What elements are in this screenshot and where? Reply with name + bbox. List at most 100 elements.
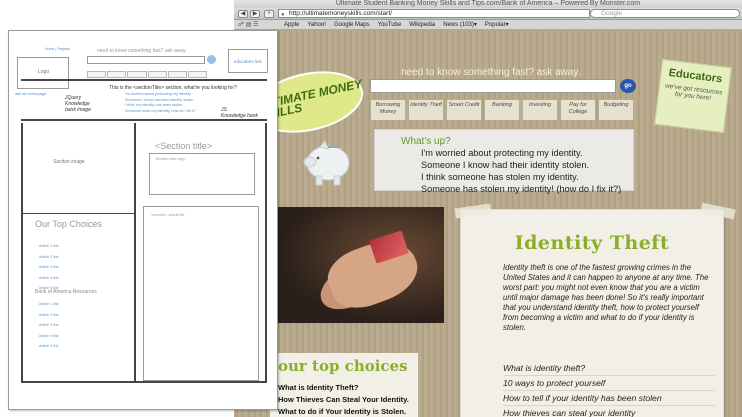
whats-up-panel: What's up? I'm worried about protecting … [374, 129, 634, 194]
wire-tab[interactable] [127, 71, 147, 78]
wire-nav-tabs [87, 71, 208, 78]
wire-article-link[interactable]: Article 3 link [39, 262, 58, 273]
wire-article-list-label: <section> article list [151, 213, 185, 217]
browser-window: Ultimate Student Banking Money Skills an… [234, 0, 742, 417]
top-choice-link[interactable]: How Thieves Can Steal Your Identity. [278, 394, 409, 406]
bookmarks-list: Apple Yahoo! Google Maps YouTube Wikipedia Ne… [284, 20, 517, 30]
wire-boa-link[interactable]: Article 2 link [39, 310, 58, 321]
bookmarks-bar: ☍ ▤ ☰ Apple Yahoo! Google Maps YouTube Wikip… [234, 20, 742, 30]
wire-question-link[interactable]: I'm worried about protecting my identity [125, 92, 196, 98]
site-nav-tab[interactable]: Banking [484, 99, 520, 121]
site-nav-tab[interactable]: Investing [522, 99, 558, 121]
credit-card-photo [278, 207, 444, 323]
site-nav-tab[interactable]: Smart Credit [446, 99, 482, 121]
site-search-input[interactable] [370, 79, 616, 93]
whats-up-item[interactable]: Someone has stolen my identity! (how do … [421, 183, 621, 195]
site-nav: Borrowing Money Identity Theft Smart Credi… [370, 99, 634, 121]
top-choice-link[interactable]: What to do if Your Identity is Stolen. [278, 406, 409, 417]
wire-section-image-label: Section image [53, 159, 85, 165]
wire-tab[interactable] [167, 71, 187, 78]
bookmark-item[interactable]: YouTube [378, 22, 402, 28]
bookmark-item[interactable]: Google Maps [334, 22, 370, 28]
wire-bar-link[interactable]: ask all homepage [15, 91, 46, 96]
wire-tab[interactable] [187, 71, 208, 78]
wire-article-link[interactable]: Article 4 link [39, 273, 58, 284]
piggy-bank-icon [303, 140, 350, 186]
wire-question-link[interactable]: Someone stole my identity, how do I fix … [125, 109, 196, 115]
tape-decoration [454, 203, 492, 219]
wire-go-button[interactable] [207, 55, 216, 64]
add-tab-icon[interactable]: + [264, 10, 274, 18]
search-placeholder: Google [601, 10, 622, 17]
top-choices-card: our top choices What is Identity Theft? H… [270, 353, 418, 417]
wire-js-label: JS Knowledge bank [221, 107, 258, 119]
wire-question-list: I'm worried about protecting my identity… [125, 92, 196, 114]
wire-section-divider [21, 213, 135, 214]
top-choice-link[interactable]: What is Identity Theft? [278, 382, 409, 394]
browser-toolbar: ◀ ▶ + ● http://ultimatemoneyskills.com/s… [234, 8, 742, 20]
screen: Ultimate Student Banking Money Skills an… [0, 0, 742, 417]
whats-up-item[interactable]: I think someone has stolen my identity. [421, 171, 621, 183]
article-title: Identity Theft [514, 232, 670, 254]
wire-boa-links: Article 1 link Article 2 link Article 3 li… [39, 299, 58, 352]
article-question-link[interactable]: What is identity theft? [503, 361, 715, 376]
site-nav-tab[interactable]: Identity Theft [408, 99, 444, 121]
educators-note[interactable]: Educators we've got resources for you he… [654, 58, 732, 134]
site-search-go-button[interactable]: go [620, 79, 636, 93]
page-viewport: ULTIMATE MONEY SKILLS need to know somet… [234, 31, 742, 417]
bookmarks-icon[interactable]: ☍ ▤ ☰ [238, 20, 258, 30]
back-icon[interactable]: ◀ [238, 10, 248, 18]
article-question-link[interactable]: How thieves can steal your identity [503, 406, 715, 417]
wire-logo-label: Logo [38, 69, 50, 75]
wire-article-link[interactable]: Article 1 link [39, 241, 58, 252]
article-question-link[interactable]: 10 ways to protect yourself [503, 376, 715, 391]
bookmark-item[interactable]: News (103)▾ [443, 22, 477, 28]
wire-boa-link[interactable]: Article 5 link [39, 341, 58, 352]
whats-up-list: I'm worried about protecting my identity… [421, 147, 621, 195]
tape-decoration [700, 202, 736, 220]
wire-top-choices-title: Our Top Choices [35, 219, 102, 229]
bookmark-item[interactable]: Apple [284, 22, 299, 28]
whats-up-title: What's up? [401, 136, 451, 147]
wire-column-divider [134, 123, 136, 383]
wire-educators-label: educators link [234, 59, 262, 64]
article-question-link[interactable]: How to tell if your identity has been st… [503, 391, 715, 406]
wire-tab[interactable] [107, 71, 127, 78]
url-bar[interactable]: ● http://ultimatemoneyskills.com/start/ [278, 9, 590, 18]
bookmark-item[interactable]: Popular▾ [485, 22, 509, 28]
wire-section-title: <Section title> [155, 141, 213, 151]
article-card: Identity Theft Identity theft is one of … [454, 202, 736, 417]
wire-article-link[interactable]: Article 2 link [39, 252, 58, 263]
forward-icon[interactable]: ▶ [250, 10, 260, 18]
wire-tab[interactable] [147, 71, 167, 78]
globe-icon: ● [281, 12, 285, 18]
wire-article-links: Article 1 link Article 2 link Article 3 li… [39, 241, 58, 294]
article-body: Identity theft is one of the fastest gro… [503, 263, 709, 332]
bookmark-item[interactable]: Yahoo! [307, 22, 326, 28]
whats-up-item[interactable]: I'm worried about protecting my identity… [421, 147, 621, 159]
top-choices-title: our top choices [278, 357, 408, 375]
wire-tab[interactable] [87, 71, 107, 78]
wire-boa-resources-title: Bank of America Resources [35, 289, 97, 295]
site-nav-tab[interactable]: Pay for College [560, 99, 596, 121]
wire-article-list-box [143, 206, 259, 381]
top-choices-list: What is Identity Theft? How Thieves Can S… [278, 382, 409, 417]
site-search-label: need to know something fast? ask away. [401, 67, 581, 78]
window-title: Ultimate Student Banking Money Skills an… [234, 0, 742, 8]
browser-search-field[interactable]: Google [590, 9, 740, 18]
wire-ask-label: need to know something fast? ask away. [97, 48, 187, 54]
wire-ask-input[interactable] [87, 56, 205, 64]
site-nav-tab[interactable]: Borrowing Money [370, 99, 406, 121]
site-nav-tab[interactable]: Budgeting [598, 99, 634, 121]
article-question-list: What is identity theft? 10 ways to protec… [503, 361, 715, 417]
url-text: http://ultimatemoneyskills.com/start/ [289, 10, 392, 17]
wire-jquery-label: JQuery Knowledge bank image [65, 95, 91, 113]
wire-top-link[interactable]: Home | Register [45, 47, 70, 51]
wire-boa-link[interactable]: Article 4 link [39, 331, 58, 342]
whats-up-item[interactable]: Someone I know had their identity stolen… [421, 159, 621, 171]
wire-section-intro-label: Section intro copy [155, 157, 186, 161]
educators-text: we've got resources for you here! [664, 82, 723, 103]
wire-boa-link[interactable]: Article 1 link [39, 299, 58, 310]
bookmark-item[interactable]: Wikipedia [409, 22, 435, 28]
wire-boa-link[interactable]: Article 3 link [39, 320, 58, 331]
